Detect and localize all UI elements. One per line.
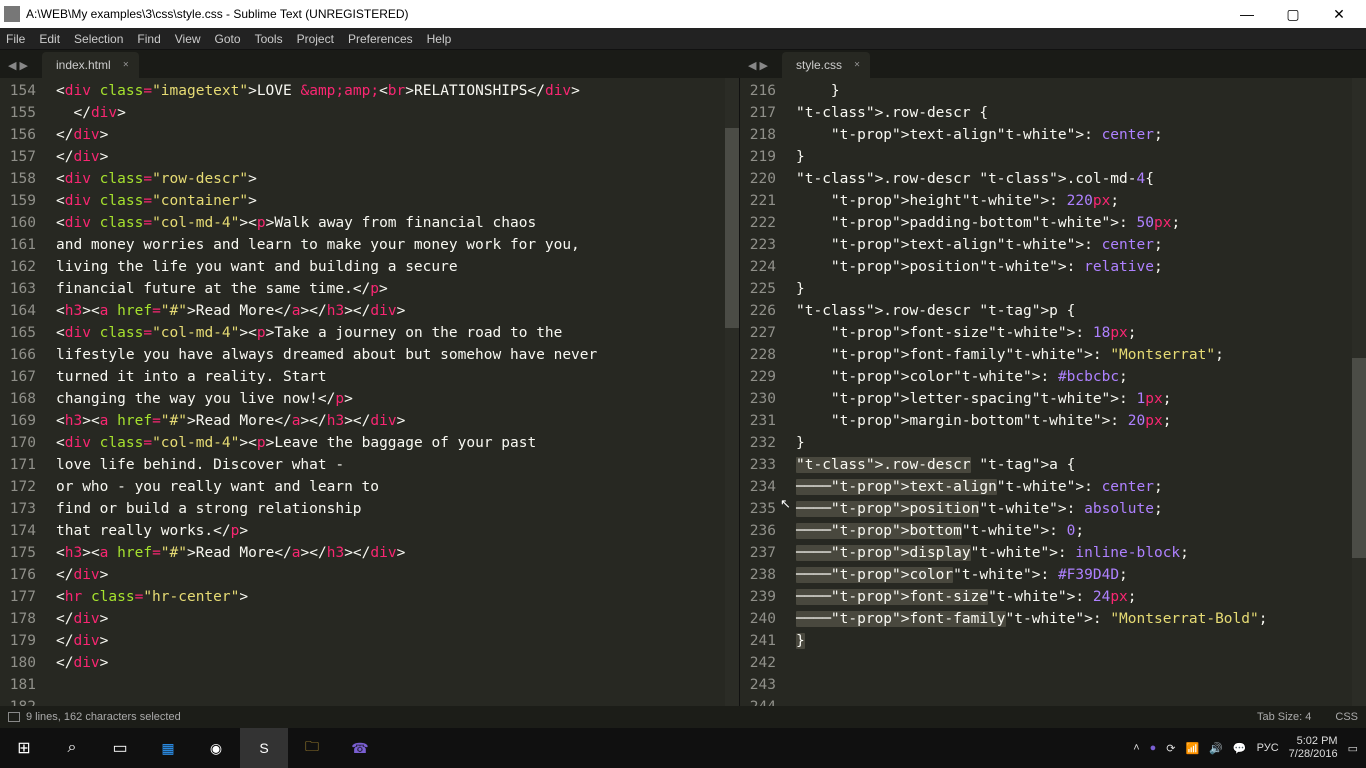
tray-clock[interactable]: 5:02 PM 7/28/2016	[1289, 735, 1338, 761]
menu-tools[interactable]: Tools	[255, 32, 283, 46]
editor-pane-left[interactable]: 1541551561571581591601611621631641651661…	[0, 78, 740, 728]
tab-label: style.css	[796, 58, 842, 72]
tab-row-left: ◀ ▶ index.html ×	[0, 50, 740, 78]
tray-sync-icon[interactable]: ⟳	[1166, 742, 1175, 755]
app-icon	[4, 6, 20, 22]
minimap-thumb[interactable]	[1352, 358, 1366, 558]
tray-volume-icon[interactable]: 🔊	[1209, 742, 1223, 755]
tray-date: 7/28/2016	[1289, 748, 1338, 761]
tray-language[interactable]: РУС	[1257, 742, 1279, 754]
tab-arrows-right[interactable]: ◀ ▶	[740, 59, 776, 78]
tab-label: index.html	[56, 58, 111, 72]
tray-action-center-icon[interactable]: ▭	[1348, 742, 1358, 755]
tab-index-html[interactable]: index.html ×	[42, 52, 139, 78]
menu-selection[interactable]: Selection	[74, 32, 123, 46]
close-tab-icon[interactable]: ×	[123, 60, 129, 71]
tray-chevron-up-icon[interactable]: ˄	[1133, 742, 1139, 754]
editor-pane-right[interactable]: 2162172182192202212222232242252262272282…	[740, 78, 1366, 728]
window-title-bar: A:\WEB\My examples\3\css\style.css - Sub…	[0, 0, 1366, 28]
maximize-button[interactable]: ▢	[1270, 0, 1316, 28]
search-icon[interactable]: ⌕	[48, 728, 96, 768]
tray-time: 5:02 PM	[1289, 735, 1338, 748]
menu-find[interactable]: Find	[137, 32, 160, 46]
tray-network-icon[interactable]: 📶	[1186, 742, 1200, 755]
line-gutter: 1541551561571581591601611621631641651661…	[0, 78, 44, 718]
taskbar-app-trello[interactable]: ▦	[144, 728, 192, 768]
tray-notif-icon[interactable]: 💬	[1233, 742, 1247, 755]
minimap-thumb[interactable]	[725, 128, 739, 328]
close-button[interactable]: ✕	[1316, 0, 1362, 28]
tray-app-icon[interactable]: ●	[1150, 742, 1157, 754]
line-gutter: 2162172182192202212222232242252262272282…	[740, 78, 784, 718]
menu-edit[interactable]: Edit	[39, 32, 60, 46]
window-title: A:\WEB\My examples\3\css\style.css - Sub…	[26, 7, 1224, 21]
status-tab-size[interactable]: Tab Size: 4	[1257, 711, 1311, 723]
minimize-button[interactable]: —	[1224, 0, 1270, 28]
taskbar-app-explorer[interactable]: 🗀	[288, 728, 336, 768]
minimap[interactable]	[1352, 78, 1366, 728]
tab-style-css[interactable]: style.css ×	[782, 52, 870, 78]
window-controls: — ▢ ✕	[1224, 0, 1362, 28]
code-area[interactable]: <div class="imagetext">LOVE &amp;amp;<br…	[56, 80, 723, 674]
menu-project[interactable]: Project	[297, 32, 334, 46]
status-syntax[interactable]: CSS	[1335, 711, 1358, 723]
menu-view[interactable]: View	[175, 32, 201, 46]
code-area[interactable]: }"t-class">.row-descr { "t-prop">text-al…	[796, 80, 1350, 652]
menu-help[interactable]: Help	[427, 32, 452, 46]
mouse-cursor-icon: ↖	[780, 496, 791, 512]
close-tab-icon[interactable]: ×	[854, 60, 860, 71]
taskbar: ⊞ ⌕ ▭ ▦ ◉ S 🗀 ☎ ˄ ● ⟳ 📶 🔊 💬 РУС 5:02 PM …	[0, 728, 1366, 768]
taskbar-app-viber[interactable]: ☎	[336, 728, 384, 768]
status-icon[interactable]	[8, 712, 20, 722]
taskbar-app-chrome[interactable]: ◉	[192, 728, 240, 768]
menu-bar: File Edit Selection Find View Goto Tools…	[0, 28, 1366, 50]
menu-file[interactable]: File	[6, 32, 25, 46]
status-bar: 9 lines, 162 characters selected Tab Siz…	[0, 706, 1366, 728]
menu-goto[interactable]: Goto	[215, 32, 241, 46]
start-button[interactable]: ⊞	[0, 728, 48, 768]
taskbar-app-sublime[interactable]: S	[240, 728, 288, 768]
status-selection: 9 lines, 162 characters selected	[26, 711, 181, 723]
system-tray: ˄ ● ⟳ 📶 🔊 💬 РУС 5:02 PM 7/28/2016 ▭	[1133, 735, 1366, 761]
tab-row-right: ◀ ▶ style.css ×	[740, 50, 1366, 78]
menu-preferences[interactable]: Preferences	[348, 32, 413, 46]
minimap[interactable]	[725, 78, 739, 728]
task-view-icon[interactable]: ▭	[96, 728, 144, 768]
tab-arrows-left[interactable]: ◀ ▶	[0, 59, 36, 78]
